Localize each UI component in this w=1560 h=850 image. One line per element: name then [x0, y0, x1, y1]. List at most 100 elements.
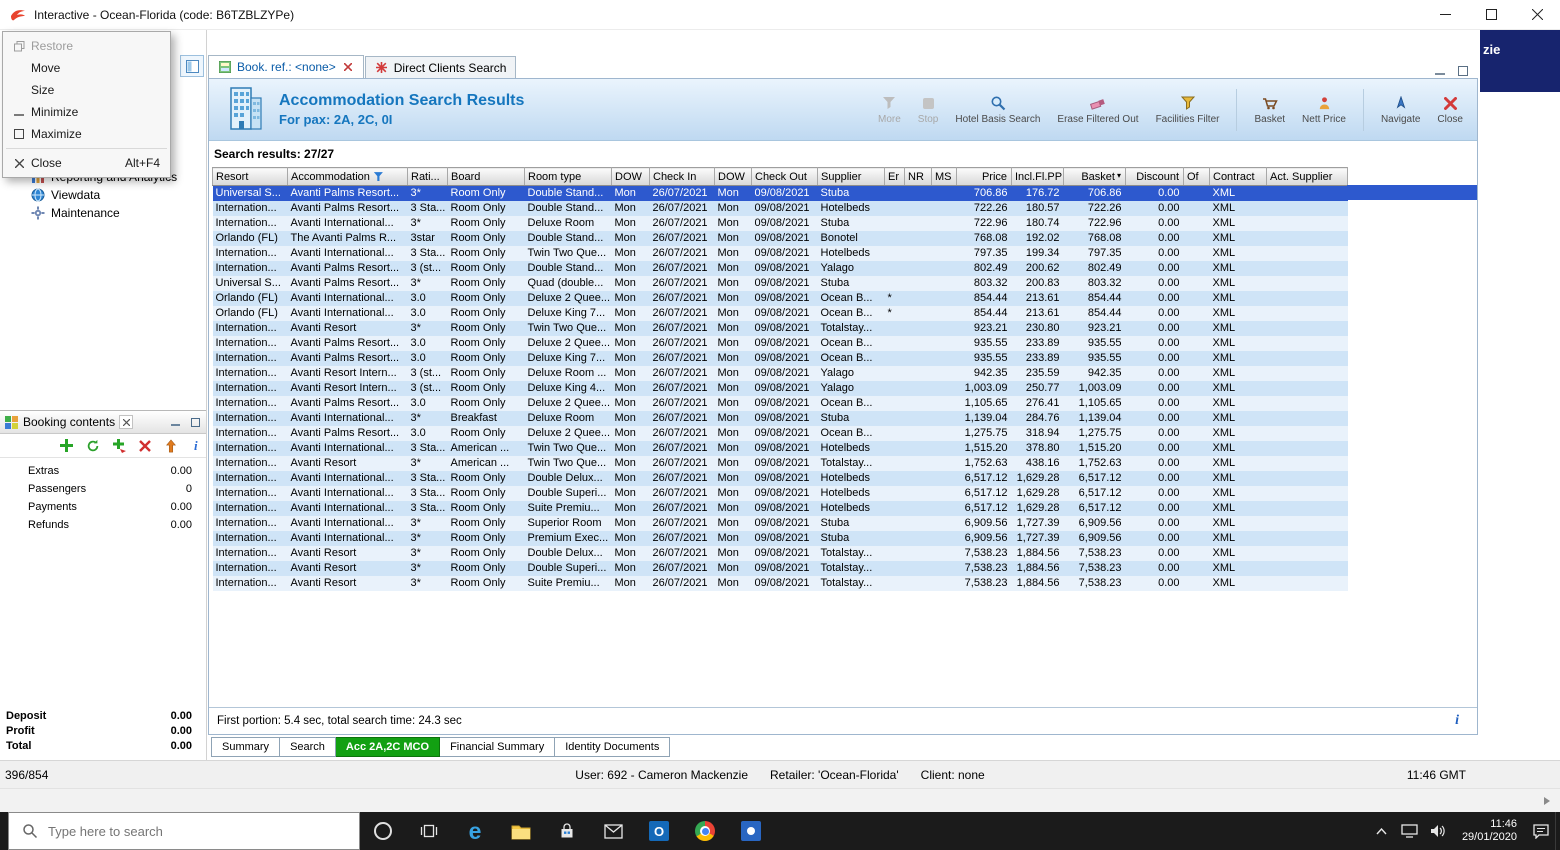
table-row[interactable]: Internation... Avanti Resort Intern... 3 (…: [212, 381, 1348, 396]
maximize-button[interactable]: [1468, 0, 1514, 29]
column-header-price[interactable]: Price: [956, 167, 1012, 186]
table-row[interactable]: Internation... Avanti Resort 3* American ..…: [212, 456, 1348, 471]
table-row[interactable]: Internation... Avanti Palms Resort... 3 (s…: [212, 261, 1348, 276]
column-header-nr[interactable]: NR: [904, 167, 932, 186]
file-explorer-icon[interactable]: [498, 812, 544, 850]
action-center-icon[interactable]: [1527, 812, 1555, 850]
tab-summary[interactable]: Summary: [211, 737, 281, 757]
filter-icon[interactable]: [373, 172, 383, 182]
add-icon[interactable]: [58, 437, 75, 454]
menu-item-maximize[interactable]: Maximize: [3, 123, 170, 145]
booking-maximize-icon[interactable]: [188, 416, 202, 429]
show-desktop-button[interactable]: [1555, 812, 1560, 850]
column-header-room-type[interactable]: Room type: [524, 167, 612, 186]
column-header-check-in[interactable]: Check In: [649, 167, 715, 186]
facilities-filter-button[interactable]: Facilities Filter: [1156, 94, 1219, 125]
table-row[interactable]: Orlando (FL) Avanti International... 3.0 Ro…: [212, 291, 1348, 306]
table-row[interactable]: Internation... Avanti Palms Resort... 3.0 R…: [212, 351, 1348, 366]
close-results-button[interactable]: Close: [1437, 94, 1463, 125]
column-header-accommodation[interactable]: Accommodation: [287, 167, 408, 186]
menu-item-move[interactable]: Move: [3, 57, 170, 79]
basket-button[interactable]: Basket: [1254, 94, 1285, 125]
table-row[interactable]: Internation... Avanti Resort 3* Room Only Do…: [212, 561, 1348, 576]
refresh-icon[interactable]: [84, 437, 101, 454]
close-button[interactable]: [1514, 0, 1560, 29]
table-row[interactable]: Internation... Avanti Palms Resort... 3.0 R…: [212, 336, 1348, 351]
column-header-resort[interactable]: Resort: [212, 167, 288, 186]
table-row[interactable]: Orlando (FL) Avanti International... 3.0 Ro…: [212, 306, 1348, 321]
upload-icon[interactable]: [162, 437, 179, 454]
column-header-discount[interactable]: Discount: [1125, 167, 1184, 186]
edge-icon[interactable]: e: [452, 812, 498, 850]
table-row[interactable]: Internation... Avanti Resort 3* Room Only Su…: [212, 576, 1348, 591]
search-input[interactable]: [48, 823, 318, 839]
menu-item-size[interactable]: Size: [3, 79, 170, 101]
column-header-check-out[interactable]: Check Out: [751, 167, 818, 186]
tab-acc-mco[interactable]: Acc 2A,2C MCO: [335, 737, 441, 757]
volume-icon[interactable]: [1424, 812, 1452, 850]
column-header-rati[interactable]: Rati...: [407, 167, 448, 186]
tab-close-icon[interactable]: [342, 61, 354, 73]
panel-toggle-button[interactable]: [180, 55, 204, 77]
cortana-icon[interactable]: [360, 812, 406, 850]
taskbar-search[interactable]: [8, 812, 360, 850]
task-view-icon[interactable]: [406, 812, 452, 850]
mail-icon[interactable]: [590, 812, 636, 850]
column-header-incl-fl-pp[interactable]: Incl.Fl.PP: [1011, 167, 1064, 186]
table-row[interactable]: Internation... Avanti International... 3* R…: [212, 531, 1348, 546]
table-row[interactable]: Internation... Avanti International... 3 S…: [212, 246, 1348, 261]
tab-search[interactable]: Search: [280, 737, 336, 757]
navigate-button[interactable]: Navigate: [1381, 94, 1420, 125]
network-icon[interactable]: [1396, 812, 1424, 850]
table-row[interactable]: Internation... Avanti Palms Resort... 3.0 R…: [212, 426, 1348, 441]
tab-identity-documents[interactable]: Identity Documents: [555, 737, 671, 757]
table-row[interactable]: Internation... Avanti International... 3 S…: [212, 441, 1348, 456]
sidebar-item-viewdata[interactable]: Viewdata: [0, 186, 206, 204]
tray-expand-icon[interactable]: [1368, 812, 1396, 850]
scroll-right-icon[interactable]: [1536, 791, 1558, 811]
erase-filtered-out-button[interactable]: Erase Filtered Out: [1057, 94, 1139, 125]
add-option-icon[interactable]: [110, 437, 127, 454]
taskbar-clock[interactable]: 11:46 29/01/2020: [1462, 818, 1517, 844]
column-header-board[interactable]: Board: [447, 167, 525, 186]
column-header-supplier[interactable]: Supplier: [817, 167, 885, 186]
sidebar-item-maintenance[interactable]: Maintenance: [0, 204, 206, 222]
table-row[interactable]: Internation... Avanti Resort 3* Room Only Tw…: [212, 321, 1348, 336]
booking-minimize-icon[interactable]: [168, 416, 182, 429]
column-header-contract[interactable]: Contract: [1209, 167, 1267, 186]
tab-book-ref[interactable]: Book. ref.: <none>: [208, 55, 364, 78]
table-row[interactable]: Internation... Avanti International... 3 S…: [212, 501, 1348, 516]
minimize-button[interactable]: [1422, 0, 1468, 29]
horizontal-scrollbar[interactable]: [0, 788, 1560, 812]
tab-direct-clients-search[interactable]: Direct Clients Search: [364, 56, 517, 78]
table-row[interactable]: Internation... Avanti International... 3 S…: [212, 486, 1348, 501]
menu-item-close[interactable]: Close Alt+F4: [3, 152, 170, 174]
column-header-of[interactable]: Of: [1183, 167, 1210, 186]
table-row[interactable]: Internation... Avanti International... 3 S…: [212, 471, 1348, 486]
info-icon[interactable]: i: [1455, 713, 1459, 729]
delete-icon[interactable]: [136, 437, 153, 454]
table-row[interactable]: Universal S... Avanti Palms Resort... 3* Ro…: [212, 185, 1348, 201]
nett-price-button[interactable]: Nett Price: [1302, 94, 1346, 125]
column-header-dow[interactable]: DOW: [714, 167, 752, 186]
outlook-icon[interactable]: O: [636, 812, 682, 850]
column-header-basket[interactable]: Basket ▾: [1063, 167, 1126, 186]
table-row[interactable]: Internation... Avanti International... 3* R…: [212, 216, 1348, 231]
store-icon[interactable]: [544, 812, 590, 850]
column-header-er[interactable]: Er: [884, 167, 905, 186]
app-icon[interactable]: [728, 812, 774, 850]
chrome-icon[interactable]: [682, 812, 728, 850]
table-row[interactable]: Internation... Avanti Palms Resort... 3 St…: [212, 201, 1348, 216]
table-row[interactable]: Universal S... Avanti Palms Resort... 3* Ro…: [212, 276, 1348, 291]
column-header-act-supplier[interactable]: Act. Supplier: [1266, 167, 1348, 186]
column-header-dow[interactable]: DOW: [611, 167, 650, 186]
table-row[interactable]: Internation... Avanti International... 3* R…: [212, 516, 1348, 531]
table-row[interactable]: Internation... Avanti Palms Resort... 3.0 R…: [212, 396, 1348, 411]
table-row[interactable]: Orlando (FL) The Avanti Palms R... 3star Ro…: [212, 231, 1348, 246]
table-row[interactable]: Internation... Avanti Resort Intern... 3 (…: [212, 366, 1348, 381]
hotel-basis-search-button[interactable]: Hotel Basis Search: [955, 94, 1040, 125]
column-header-ms[interactable]: MS: [931, 167, 957, 186]
booking-close-icon[interactable]: [119, 415, 134, 429]
booking-info-icon[interactable]: i: [194, 438, 198, 454]
panel-restore-icon[interactable]: [1455, 64, 1470, 78]
